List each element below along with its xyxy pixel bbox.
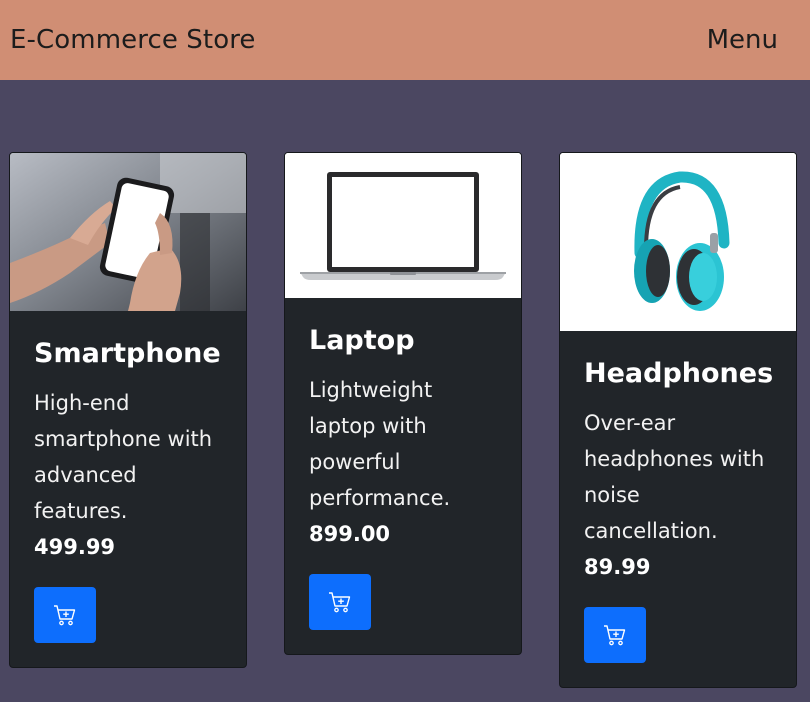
product-card-headphones: Headphones Over-ear headphones with nois…	[559, 152, 797, 688]
product-title: Laptop	[309, 325, 415, 356]
product-title: Smartphone	[34, 338, 221, 369]
product-image-smartphone	[10, 153, 246, 311]
smartphone-photo-icon	[10, 153, 246, 311]
navbar: E-Commerce Store Menu	[0, 0, 810, 80]
headphones-photo-icon	[560, 153, 796, 331]
product-description: Over-ear headphones with noise cancellat…	[584, 411, 765, 543]
cart-plus-icon	[329, 592, 351, 613]
product-image-laptop	[285, 153, 521, 298]
product-image-headphones	[560, 153, 796, 331]
product-title: Headphones	[584, 358, 774, 389]
product-description: Lightweight laptop with powerful perform…	[309, 378, 451, 510]
laptop-photo-icon	[285, 153, 521, 298]
product-price: 89.99	[584, 555, 651, 579]
cart-plus-icon	[604, 625, 626, 646]
add-to-cart-button[interactable]	[309, 574, 371, 630]
product-card-smartphone: Smartphone High-end smartphone with adva…	[9, 152, 247, 668]
add-to-cart-button[interactable]	[34, 587, 96, 643]
product-description: High-end smartphone with advanced featur…	[34, 391, 213, 523]
brand-title[interactable]: E-Commerce Store	[10, 25, 256, 55]
menu-button[interactable]: Menu	[707, 25, 778, 55]
cart-plus-icon	[54, 605, 76, 626]
add-to-cart-button[interactable]	[584, 607, 646, 663]
product-price: 499.99	[34, 535, 116, 559]
product-price: 899.00	[309, 522, 391, 546]
product-card-laptop: Laptop Lightweight laptop with powerful …	[284, 152, 522, 655]
